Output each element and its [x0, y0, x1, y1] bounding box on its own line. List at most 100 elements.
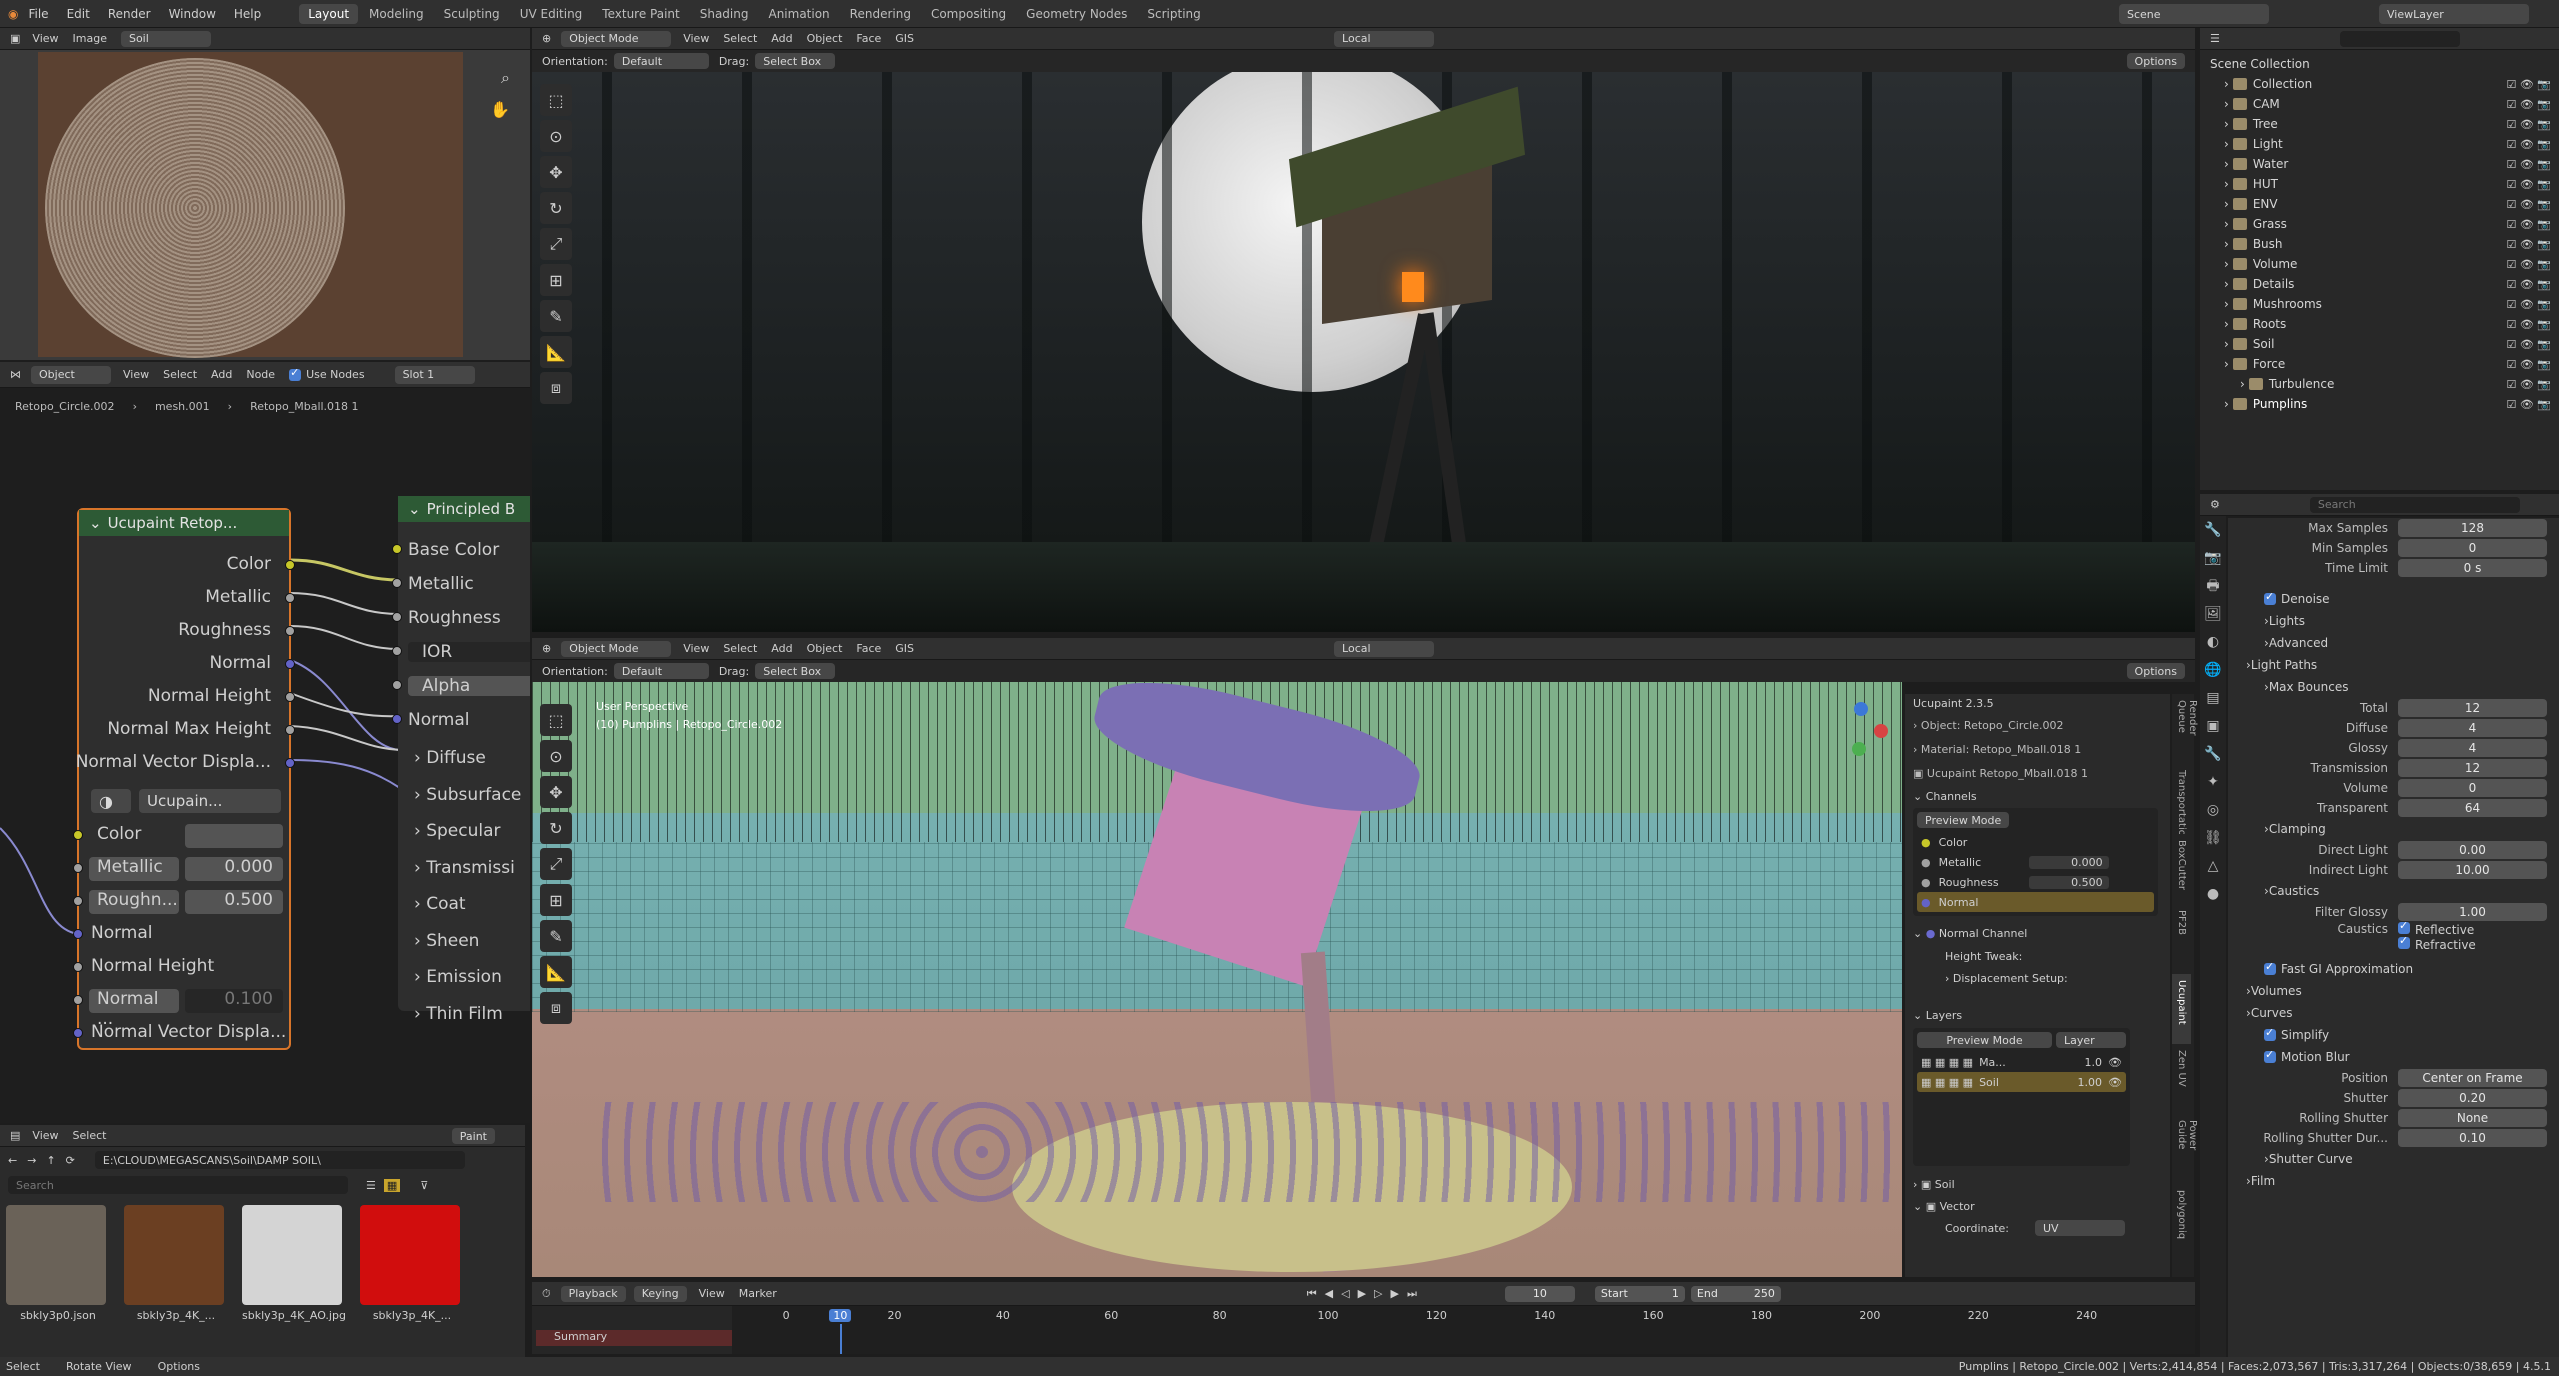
node-menu-view[interactable]: View [123, 368, 149, 381]
outliner-item-env[interactable]: › ENV ☑ 👁 📷 [2200, 194, 2559, 214]
panel-header[interactable]: › Light Paths [2228, 654, 2559, 676]
workspace-tab-texture-paint[interactable]: Texture Paint [593, 4, 688, 24]
move-tool[interactable]: ✥ [540, 776, 572, 808]
property-value[interactable]: 64 [2398, 799, 2547, 817]
caustics-row[interactable]: Caustics ReflectiveRefractive [2228, 919, 2559, 958]
principled-input-row[interactable]: IOR [408, 642, 530, 662]
visibility-toggles[interactable]: ☑ 👁 📷 [2506, 398, 2551, 411]
channel-value[interactable]: 0.500 [2028, 875, 2109, 889]
outliner-item-water[interactable]: › Water ☑ 👁 📷 [2200, 154, 2559, 174]
measure-tool[interactable]: 📐 [540, 336, 572, 368]
node-input-value[interactable]: 0.100 [185, 989, 283, 1013]
output-socket-icon[interactable] [285, 758, 295, 768]
input-socket-icon[interactable] [73, 830, 83, 840]
render-preview[interactable] [532, 72, 2195, 632]
principled-panel-row[interactable]: › Sheen [414, 931, 479, 951]
scale-tool[interactable]: ⤢ [540, 848, 572, 880]
eye-icon[interactable]: 👁 [2108, 1056, 2122, 1069]
node-input-value[interactable]: 0.000 [185, 857, 283, 881]
property-checkbox-row[interactable]: Denoise [2228, 588, 2559, 610]
outliner-item-hut[interactable]: › HUT ☑ 👁 📷 [2200, 174, 2559, 194]
input-socket-icon[interactable] [73, 896, 83, 906]
view-layer-selector[interactable]: ViewLayer [2379, 4, 2529, 24]
property-row[interactable]: Filter Glossy 1.00 [2228, 902, 2559, 922]
property-value[interactable]: 1.00 [2398, 903, 2547, 921]
top-options-button[interactable]: Options [2126, 53, 2185, 69]
expand-arrow-icon[interactable]: › [2224, 357, 2229, 371]
expand-arrow-icon[interactable]: › [2224, 257, 2229, 271]
zoom-icon[interactable]: ⌕ [501, 68, 510, 88]
sidebar-tab[interactable]: polygoniq [2172, 1184, 2191, 1254]
outliner-item-soil[interactable]: › Soil ☑ 👁 📷 [2200, 334, 2559, 354]
cursor-tool[interactable]: ⊙ [540, 740, 572, 772]
top-orientation-select[interactable]: Default [613, 53, 709, 69]
expand-arrow-icon[interactable]: › [2224, 317, 2229, 331]
property-checkbox-row[interactable]: Fast GI Approximation [2228, 958, 2559, 980]
input-socket-icon[interactable] [392, 714, 402, 724]
top-drag-select[interactable]: Select Box [755, 53, 836, 69]
viewport-bottom-type-icon[interactable]: ⊕ [542, 642, 551, 655]
view-layer-name[interactable]: ViewLayer [2379, 4, 2529, 24]
bottom-menu-face[interactable]: Face [856, 642, 881, 655]
workspace-tab-animation[interactable]: Animation [759, 4, 838, 24]
forward-icon[interactable]: → [27, 1154, 36, 1167]
sidebar-tab[interactable]: Transportation [2172, 764, 2191, 834]
timeline-type-icon[interactable]: ⏱ [542, 1287, 551, 1301]
outliner-type-icon[interactable]: ☰ [2210, 32, 2220, 45]
scene-name[interactable]: Scene [2119, 4, 2269, 24]
property-row[interactable]: Time Limit 0 s [2228, 558, 2559, 578]
ucupaint-node-header[interactable]: ⌄ Ucupaint Retop... [79, 510, 289, 536]
panel-header[interactable]: › Caustics [2228, 880, 2559, 902]
top-menu-object[interactable]: Object [807, 32, 843, 45]
node-canvas[interactable]: Retopo_Circle.002 › mesh.001 › Retopo_Mbal… [0, 388, 530, 1123]
sidebar-tab[interactable]: Ucupaint [2172, 974, 2191, 1044]
playhead[interactable] [840, 1324, 843, 1354]
property-row[interactable]: Direct Light 0.00 [2228, 840, 2559, 860]
ucupaint-node[interactable]: ⌄ Ucupaint Retop... Color Metallic Roughnes… [73, 508, 295, 1050]
reflective-checkbox[interactable]: Reflective [2398, 919, 2476, 937]
particles-tab-icon[interactable]: ✦ [2200, 768, 2226, 796]
properties-search[interactable]: Search [2309, 496, 2520, 513]
node-input-row[interactable]: Normal Height [91, 956, 214, 976]
expand-arrow-icon[interactable]: › [2224, 337, 2229, 351]
bottom-menu-add[interactable]: Add [771, 642, 792, 655]
node-input-row[interactable]: Roughn... 0.500 [89, 890, 283, 914]
annotate-tool[interactable]: ✎ [540, 920, 572, 952]
input-socket-icon[interactable] [73, 962, 83, 972]
scene-collection-row[interactable]: Scene Collection [2200, 54, 2559, 74]
node-editor-type-icon[interactable]: ⋈ [10, 368, 21, 381]
channels-preview-mode[interactable]: Preview Mode [1917, 812, 2010, 828]
property-row[interactable]: Indirect Light 10.00 [2228, 860, 2559, 880]
expand-arrow-icon[interactable]: › [2224, 157, 2229, 171]
image-name-field[interactable]: Soil [120, 30, 211, 47]
node-output-socket-row[interactable]: Roughness [178, 620, 271, 640]
channel-row[interactable]: ● Color [1917, 832, 2154, 852]
property-row[interactable]: Transmission 12 [2228, 758, 2559, 778]
property-row[interactable]: Volume 0 [2228, 778, 2559, 798]
workspace-tab-sculpting[interactable]: Sculpting [435, 4, 509, 24]
workspace-tab-scripting[interactable]: Scripting [1138, 4, 1209, 24]
node-input-row[interactable]: Color [89, 824, 283, 848]
checkbox-icon[interactable] [2264, 590, 2276, 605]
principled-panel-row[interactable]: › Emission [414, 967, 502, 987]
outliner-item-force[interactable]: › Force ☑ 👁 📷 [2200, 354, 2559, 374]
workspace-tab-shading[interactable]: Shading [691, 4, 758, 24]
principled-panel-row[interactable]: › Thin Film [414, 1004, 503, 1024]
cursor-tool[interactable]: ⊙ [540, 120, 572, 152]
bottom-options-button[interactable]: Options [2126, 663, 2185, 679]
outliner-search[interactable] [2339, 30, 2460, 47]
workspace-tab-uv-editing[interactable]: UV Editing [511, 4, 592, 24]
viewport-type-icon[interactable]: ⊕ [542, 32, 551, 45]
property-value[interactable]: 0 [2398, 779, 2547, 797]
solid-viewport[interactable]: User Perspective (10) Pumplins | Retopo_… [532, 682, 1902, 1277]
transform-tool[interactable]: ⊞ [540, 884, 572, 916]
panel-header[interactable]: › Lights [2228, 610, 2559, 632]
node-output-socket-row[interactable]: Normal Max Height [107, 719, 271, 739]
bottom-menu-select[interactable]: Select [723, 642, 757, 655]
bottom-mode-select[interactable]: Object Mode [561, 640, 672, 657]
material-tab-icon[interactable]: ● [2200, 880, 2226, 908]
visibility-toggles[interactable]: ☑ 👁 📷 [2506, 258, 2551, 271]
normal-channel-section[interactable]: ⌄ ● Normal Channel [1905, 922, 2170, 946]
outliner-item-grass[interactable]: › Grass ☑ 👁 📷 [2200, 214, 2559, 234]
layer-opacity[interactable]: 1.00 [2078, 1076, 2103, 1089]
